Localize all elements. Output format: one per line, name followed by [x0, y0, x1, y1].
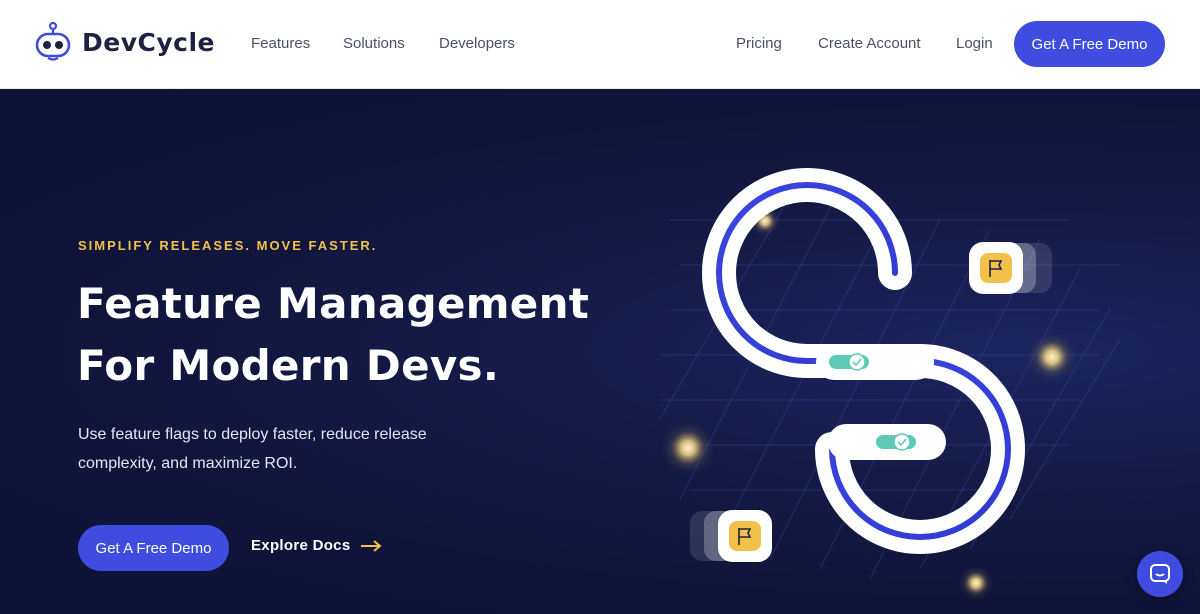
hero-eyebrow: SIMPLIFY RELEASES. MOVE FASTER.: [78, 238, 378, 253]
nav-pricing[interactable]: Pricing: [736, 35, 782, 52]
subtext-line-1: Use feature flags to deploy faster, redu…: [78, 426, 427, 443]
site-header: DevCycle Features Solutions Developers P…: [0, 0, 1200, 89]
nav-create-account[interactable]: Create Account: [818, 35, 921, 52]
explore-docs-link[interactable]: Explore Docs: [251, 537, 383, 554]
toggle-lower: [828, 424, 946, 460]
hero-demo-button[interactable]: Get A Free Demo: [78, 525, 229, 571]
chat-launcher-button[interactable]: [1137, 551, 1183, 597]
nav-features[interactable]: Features: [251, 35, 310, 52]
brand-logo[interactable]: DevCycle: [34, 22, 215, 62]
subtext-line-2: complexity, and maximize ROI.: [78, 455, 298, 472]
flag-badge-bottom: [690, 510, 772, 562]
hero-headline: Feature Management For Modern Devs.: [77, 273, 589, 397]
hero-subtext: Use feature flags to deploy faster, redu…: [78, 420, 478, 478]
headline-line-2: For Modern Devs.: [77, 341, 500, 390]
arrow-right-icon: [361, 539, 383, 552]
nav-login[interactable]: Login: [956, 35, 993, 52]
flag-badge-top: [969, 242, 1052, 294]
headline-line-1: Feature Management: [77, 279, 590, 328]
nav-solutions[interactable]: Solutions: [343, 35, 405, 52]
brand-name: DevCycle: [82, 27, 215, 57]
nav-developers[interactable]: Developers: [439, 35, 515, 52]
hero-illustration: [659, 168, 1121, 601]
robot-logo-icon: [35, 22, 71, 61]
toggle-upper: [816, 344, 934, 380]
hero-section: SIMPLIFY RELEASES. MOVE FASTER. Feature …: [0, 89, 1200, 614]
header-demo-button[interactable]: Get A Free Demo: [1014, 21, 1165, 67]
explore-docs-label: Explore Docs: [251, 537, 351, 554]
chat-bubble-icon: [1150, 564, 1170, 584]
